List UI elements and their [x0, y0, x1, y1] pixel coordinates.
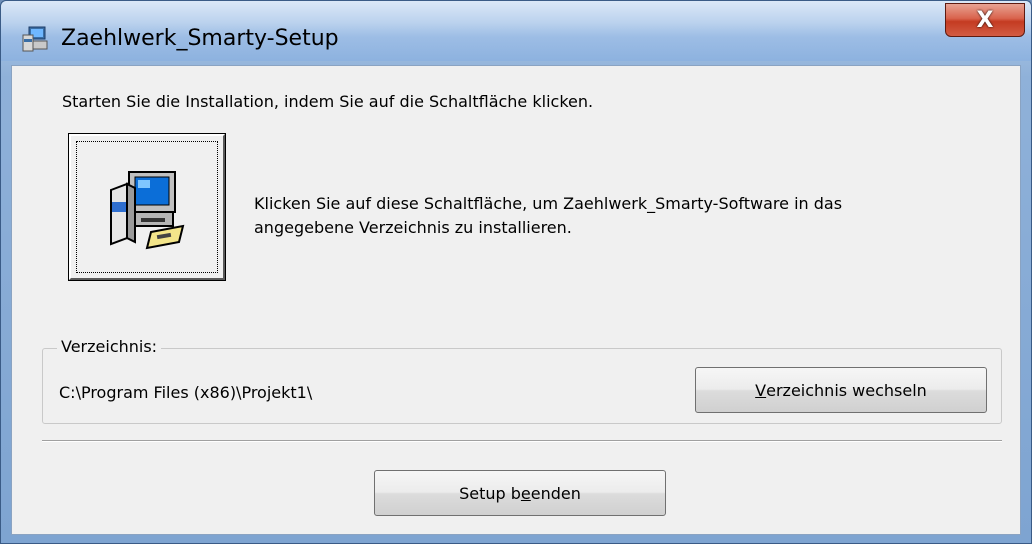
install-description-line1: Klicken Sie auf diese Schaltfläche, um Z… — [254, 194, 843, 213]
close-button[interactable]: X — [945, 3, 1025, 37]
exit-label-mnemonic: e — [520, 483, 531, 503]
change-directory-button[interactable]: Verzeichnis wechseln — [695, 367, 987, 413]
directory-group: Verzeichnis: C:\Program Files (x86)\Proj… — [42, 337, 1002, 424]
intro-text: Starten Sie die Installation, indem Sie … — [62, 92, 594, 111]
dialog-body: Starten Sie die Installation, indem Sie … — [11, 65, 1021, 535]
install-description: Klicken Sie auf diese Schaltfläche, um Z… — [254, 192, 974, 240]
title-bar[interactable]: Zaehlwerk_Smarty-Setup X — [1, 1, 1031, 61]
install-button[interactable] — [68, 133, 226, 281]
exit-label-end: enden — [530, 483, 581, 503]
installer-computer-icon — [110, 171, 185, 250]
setup-app-icon — [21, 25, 49, 53]
window-title: Zaehlwerk_Smarty-Setup — [61, 26, 339, 51]
exit-label-start: Setup b — [459, 483, 521, 503]
change-directory-label: erzeichnis wechseln — [766, 380, 927, 400]
change-directory-mnemonic: V — [755, 380, 767, 400]
separator-line — [42, 440, 1002, 442]
install-description-line2: angegebene Verzeichnis zu installieren. — [254, 218, 572, 237]
setup-window: Zaehlwerk_Smarty-Setup X Starten Sie die… — [0, 0, 1032, 544]
directory-group-label: Verzeichnis: — [57, 337, 162, 356]
close-icon: X — [976, 7, 994, 33]
directory-path: C:\Program Files (x86)\Projekt1\ — [59, 383, 313, 402]
exit-setup-button[interactable]: Setup b e enden — [374, 470, 666, 516]
